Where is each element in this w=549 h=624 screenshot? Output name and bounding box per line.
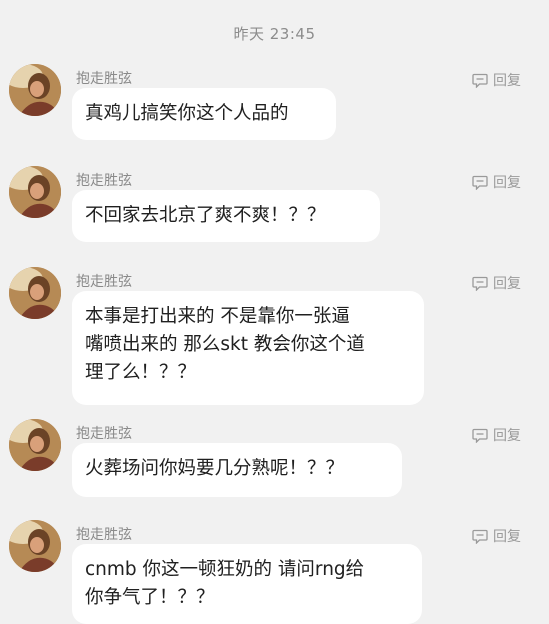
message-text-line: 你争气了！？？ bbox=[85, 587, 215, 608]
sender-name: 抱走胜弦 bbox=[76, 71, 132, 87]
reply-button[interactable]: 回复 bbox=[472, 526, 521, 546]
comment-icon bbox=[472, 428, 488, 443]
message-text-line: cnmb 你这一顿狂奶的 请问rng给 bbox=[85, 559, 365, 580]
reply-label: 回复 bbox=[493, 529, 521, 545]
reply-button[interactable]: 回复 bbox=[472, 273, 521, 293]
chat-timestamp: 昨天 23:45 bbox=[233, 25, 316, 43]
avatar[interactable] bbox=[9, 267, 61, 319]
message-bubble: cnmb 你这一顿狂奶的 请问rng给 你争气了！？？ bbox=[72, 544, 422, 624]
reply-label: 回复 bbox=[493, 428, 521, 444]
reply-button[interactable]: 回复 bbox=[472, 425, 521, 445]
avatar[interactable] bbox=[9, 64, 61, 116]
sender-name: 抱走胜弦 bbox=[76, 274, 132, 290]
comment-icon bbox=[472, 73, 488, 88]
message-bubble: 本事是打出来的 不是靠你一张逼 嘴喷出来的 那么skt 教会你这个道 理了么！？… bbox=[72, 291, 424, 405]
reply-label: 回复 bbox=[493, 73, 521, 89]
reply-button[interactable]: 回复 bbox=[472, 70, 521, 90]
comment-icon bbox=[472, 175, 488, 190]
message-text-line: 理了么！？？ bbox=[85, 362, 197, 383]
avatar[interactable] bbox=[9, 419, 61, 471]
message-bubble: 不回家去北京了爽不爽！？？ bbox=[72, 190, 380, 242]
comment-icon bbox=[472, 529, 488, 544]
reply-label: 回复 bbox=[493, 175, 521, 191]
message-bubble: 真鸡儿搞笑你这个人品的 bbox=[72, 88, 336, 140]
message-text-line: 本事是打出来的 不是靠你一张逼 bbox=[85, 306, 350, 327]
comment-icon bbox=[472, 276, 488, 291]
reply-label: 回复 bbox=[493, 276, 521, 292]
avatar[interactable] bbox=[9, 166, 61, 218]
message-text: 真鸡儿搞笑你这个人品的 bbox=[85, 103, 289, 124]
message-bubble: 火葬场问你妈要几分熟呢！？？ bbox=[72, 443, 402, 497]
message-text: 火葬场问你妈要几分熟呢！？？ bbox=[85, 458, 345, 479]
message-text-line: 嘴喷出来的 那么skt 教会你这个道 bbox=[85, 334, 365, 355]
sender-name: 抱走胜弦 bbox=[76, 173, 132, 189]
sender-name: 抱走胜弦 bbox=[76, 426, 132, 442]
message-text: 不回家去北京了爽不爽！？？ bbox=[85, 205, 326, 226]
reply-button[interactable]: 回复 bbox=[472, 172, 521, 192]
avatar[interactable] bbox=[9, 520, 61, 572]
sender-name: 抱走胜弦 bbox=[76, 527, 132, 543]
